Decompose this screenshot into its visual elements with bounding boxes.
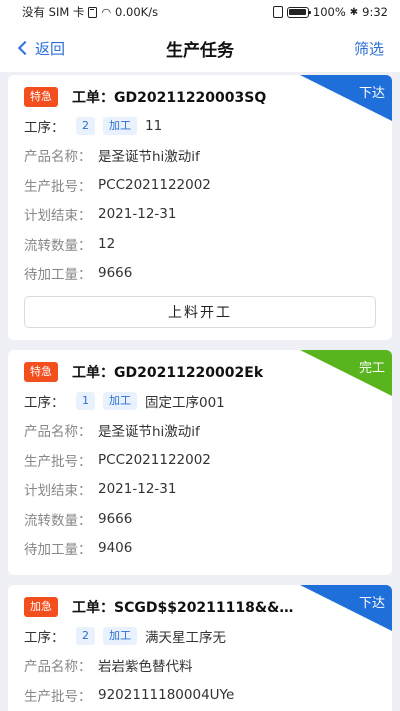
order-prefix: 工单： — [72, 600, 114, 616]
transfer-qty-label: 流转数量： — [24, 237, 92, 254]
battery-percent: 100% — [312, 5, 346, 19]
plan-end-row: 计划结束： 2021-12-31 — [24, 200, 376, 230]
batch-row: 生产批号： PCC2021122002 — [24, 445, 376, 475]
pending-qty-label: 待加工量： — [24, 267, 92, 284]
card-header: 特急 工单：GD20211220003SQ — [24, 83, 376, 111]
order-number: 工单：GD20211220002Ek — [72, 362, 263, 382]
plan-end-label: 计划结束： — [24, 208, 92, 225]
batch-label: 生产批号： — [24, 453, 92, 470]
priority-badge: 特急 — [24, 362, 58, 382]
process-name: 满天星工序无 — [145, 629, 226, 646]
task-list: 下达 特急 工单：GD20211220003SQ 工序： 2 加工 11 产品名… — [0, 75, 400, 711]
wifi-icon: ◠ — [101, 5, 112, 19]
transfer-qty-value: 9666 — [98, 510, 133, 527]
pending-qty-label: 待加工量： — [24, 542, 92, 559]
process-label: 工序： — [24, 629, 65, 646]
plan-end-value: 2021-12-31 — [98, 481, 177, 498]
status-bar: 没有 SIM 卡 ◠ 0.00K/s 100% ✱ 9:32 — [0, 0, 400, 24]
product-name-row: 产品名称： 岩岩紫色替代料 — [24, 651, 376, 681]
order-value: GD20211220002Ek — [114, 365, 264, 381]
product-name-label: 产品名称： — [24, 149, 92, 166]
battery-icon — [286, 6, 311, 18]
process-type-tag: 加工 — [103, 116, 137, 135]
process-seq-tag: 2 — [76, 626, 95, 645]
batch-value: 9202111180004UYe — [98, 686, 235, 703]
plan-end-row: 计划结束： 2021-12-31 — [24, 475, 376, 505]
status-corner-label: 完工 — [358, 361, 385, 376]
status-corner-label: 下达 — [358, 596, 385, 611]
sim-icon — [88, 6, 98, 18]
product-name-value: 岩岩紫色替代料 — [98, 659, 193, 676]
priority-badge: 加急 — [24, 597, 58, 617]
order-value: SCGD$$20211118&&0... — [114, 600, 302, 616]
filter-button[interactable]: 筛选 — [354, 38, 384, 59]
transfer-qty-label: 流转数量： — [24, 512, 92, 529]
plan-end-value: 2021-12-31 — [98, 206, 177, 223]
back-label: 返回 — [35, 39, 66, 58]
process-row: 工序： 2 加工 满天星工序无 — [24, 621, 376, 651]
task-card[interactable]: 下达 特急 工单：GD20211220003SQ 工序： 2 加工 11 产品名… — [8, 75, 392, 340]
start-work-button[interactable]: 上料开工 — [24, 296, 376, 328]
process-label: 工序： — [24, 119, 65, 136]
product-name-row: 产品名称： 是圣诞节hi激动if — [24, 141, 376, 171]
batch-value: PCC2021122002 — [98, 176, 211, 193]
batch-label: 生产批号： — [24, 688, 92, 705]
bluetooth-icon: ✱ — [349, 6, 359, 18]
pending-qty-row: 待加工量： 9406 — [24, 534, 376, 564]
status-left: 没有 SIM 卡 ◠ 0.00K/s — [22, 4, 158, 20]
carrier-text: 没有 SIM 卡 — [22, 5, 85, 19]
status-right: 100% ✱ 9:32 — [272, 5, 388, 19]
back-button[interactable]: 返回 — [17, 38, 66, 59]
pending-qty-value: 9406 — [98, 540, 133, 557]
network-speed: 0.00K/s — [115, 5, 159, 19]
order-prefix: 工单： — [72, 90, 114, 106]
order-number: 工单：GD20211220003SQ — [72, 87, 266, 107]
card-header: 加急 工单：SCGD$$20211118&&0... — [24, 593, 376, 621]
product-name-value: 是圣诞节hi激动if — [98, 424, 200, 441]
product-name-value: 是圣诞节hi激动if — [98, 149, 200, 166]
order-value: GD20211220003SQ — [114, 90, 267, 106]
batch-label: 生产批号： — [24, 178, 92, 195]
task-card[interactable]: 下达 加急 工单：SCGD$$20211118&&0... 工序： 2 加工 满… — [8, 585, 392, 711]
product-name-label: 产品名称： — [24, 659, 92, 676]
process-type-tag: 加工 — [103, 626, 137, 645]
plan-end-label: 计划结束： — [24, 483, 92, 500]
chevron-left-icon — [17, 40, 33, 56]
batch-value: PCC2021122002 — [98, 451, 211, 468]
process-seq-tag: 1 — [76, 391, 95, 410]
product-name-label: 产品名称： — [24, 424, 92, 441]
order-prefix: 工单： — [72, 365, 114, 381]
batch-row: 生产批号： PCC2021122002 — [24, 170, 376, 200]
transfer-qty-row: 流转数量： 12 — [24, 229, 376, 259]
process-label: 工序： — [24, 394, 65, 411]
priority-badge: 特急 — [24, 87, 58, 107]
status-corner-label: 下达 — [358, 86, 385, 101]
process-seq-tag: 2 — [76, 116, 95, 135]
process-row: 工序： 2 加工 11 — [24, 111, 376, 141]
process-type-tag: 加工 — [103, 391, 137, 410]
clock-time: 9:32 — [362, 5, 388, 19]
process-name: 11 — [145, 117, 163, 134]
order-number: 工单：SCGD$$20211118&&0... — [72, 597, 302, 617]
vibrate-icon — [272, 6, 283, 18]
transfer-qty-value: 12 — [98, 235, 116, 252]
card-header: 特急 工单：GD20211220002Ek — [24, 358, 376, 386]
process-row: 工序： 1 加工 固定工序001 — [24, 386, 376, 416]
process-name: 固定工序001 — [145, 394, 225, 411]
product-name-row: 产品名称： 是圣诞节hi激动if — [24, 416, 376, 446]
pending-qty-row: 待加工量： 9666 — [24, 259, 376, 289]
task-card[interactable]: 完工 特急 工单：GD20211220002Ek 工序： 1 加工 固定工序00… — [8, 350, 392, 575]
nav-bar: 返回 生产任务 筛选 — [0, 24, 400, 72]
pending-qty-value: 9666 — [98, 265, 133, 282]
batch-row: 生产批号： 9202111180004UYe — [24, 680, 376, 710]
transfer-qty-row: 流转数量： 9666 — [24, 504, 376, 534]
